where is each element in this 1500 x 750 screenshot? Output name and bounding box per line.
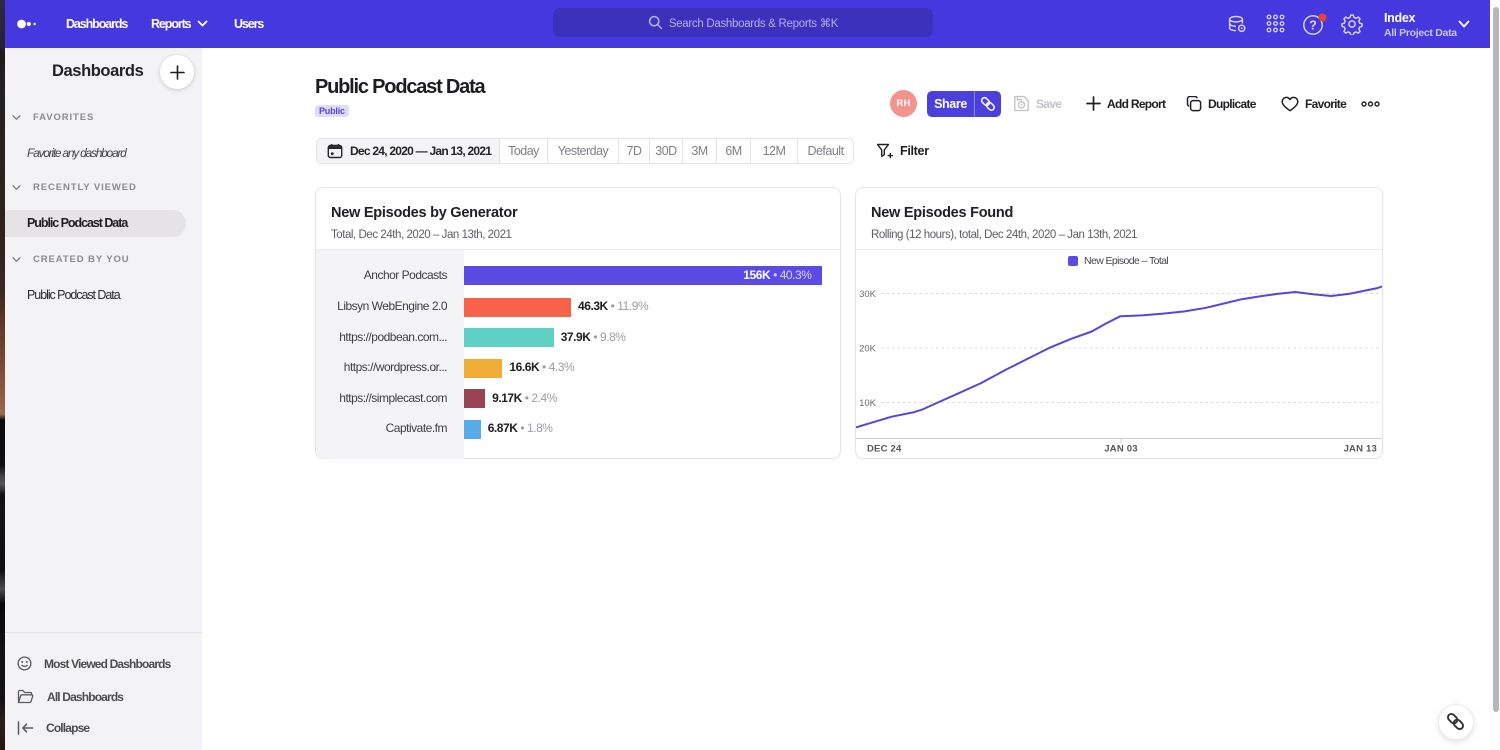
svg-text:DEC 24: DEC 24 [867,444,902,455]
svg-text:JAN 03: JAN 03 [1104,444,1137,455]
svg-text:JAN 13: JAN 13 [1344,444,1377,455]
svg-text:20K: 20K [859,344,877,355]
svg-text:?: ? [1309,19,1317,33]
svg-text:30K: 30K [859,289,877,300]
svg-text:10K: 10K [859,398,877,409]
